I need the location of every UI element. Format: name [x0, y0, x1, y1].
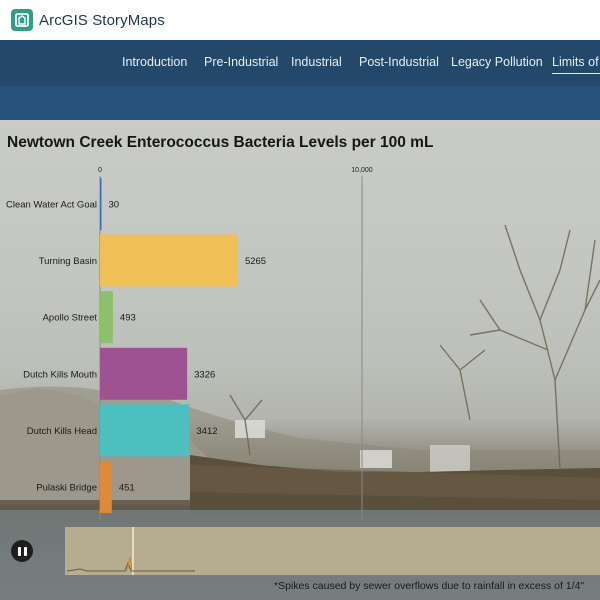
- media-stage: Newtown Creek Enterococcus Bacteria Leve…: [0, 120, 600, 600]
- axis-tick-label: 0: [98, 167, 102, 174]
- value-label: 3412: [196, 426, 217, 437]
- pause-icon: [17, 546, 21, 556]
- category-label: Dutch Kills Head: [27, 426, 97, 437]
- axis-tick-label: 10,000: [351, 167, 373, 174]
- value-label: 5265: [245, 256, 266, 267]
- bar[interactable]: [100, 234, 238, 287]
- bar-chart: 0 10,000 Clean Water Act Goal 30 Turning Bas…: [6, 167, 373, 520]
- tab-industrial[interactable]: Industrial: [291, 55, 342, 69]
- category-label: Pulaski Bridge: [36, 483, 97, 494]
- bar[interactable]: [100, 461, 112, 513]
- tab-legacy-pollution[interactable]: Legacy Pollution: [451, 55, 543, 69]
- tab-post-industrial[interactable]: Post-Industrial: [359, 55, 439, 69]
- value-label: 3326: [194, 369, 215, 380]
- story-navigation: Introduction Pre-Industrial Industrial P…: [0, 40, 600, 86]
- category-label: Clean Water Act Goal: [6, 200, 97, 211]
- tab-introduction[interactable]: Introduction: [122, 55, 187, 69]
- category-label: Apollo Street: [43, 313, 98, 324]
- value-label: 451: [119, 483, 135, 494]
- app-header: ArcGIS StoryMaps: [0, 0, 600, 40]
- tab-limits[interactable]: Limits of l: [552, 55, 600, 74]
- bar[interactable]: [100, 178, 102, 230]
- bar[interactable]: [100, 291, 113, 344]
- pause-button[interactable]: [11, 540, 33, 562]
- bar[interactable]: [100, 347, 188, 400]
- value-label: 30: [109, 200, 120, 211]
- category-label: Dutch Kills Mouth: [23, 369, 97, 380]
- nav-subbar: [0, 86, 600, 120]
- bar[interactable]: [100, 404, 190, 457]
- category-label: Turning Basin: [39, 256, 97, 267]
- chart-footnote: *Spikes caused by sewer overflows due to…: [274, 580, 585, 592]
- tab-pre-industrial[interactable]: Pre-Industrial: [204, 55, 278, 69]
- timeline-sparkline: [66, 527, 195, 575]
- storymaps-logo-icon[interactable]: [11, 9, 33, 31]
- timeline-track[interactable]: [65, 527, 600, 575]
- app-title: ArcGIS StoryMaps: [39, 11, 165, 29]
- value-label: 493: [120, 313, 136, 324]
